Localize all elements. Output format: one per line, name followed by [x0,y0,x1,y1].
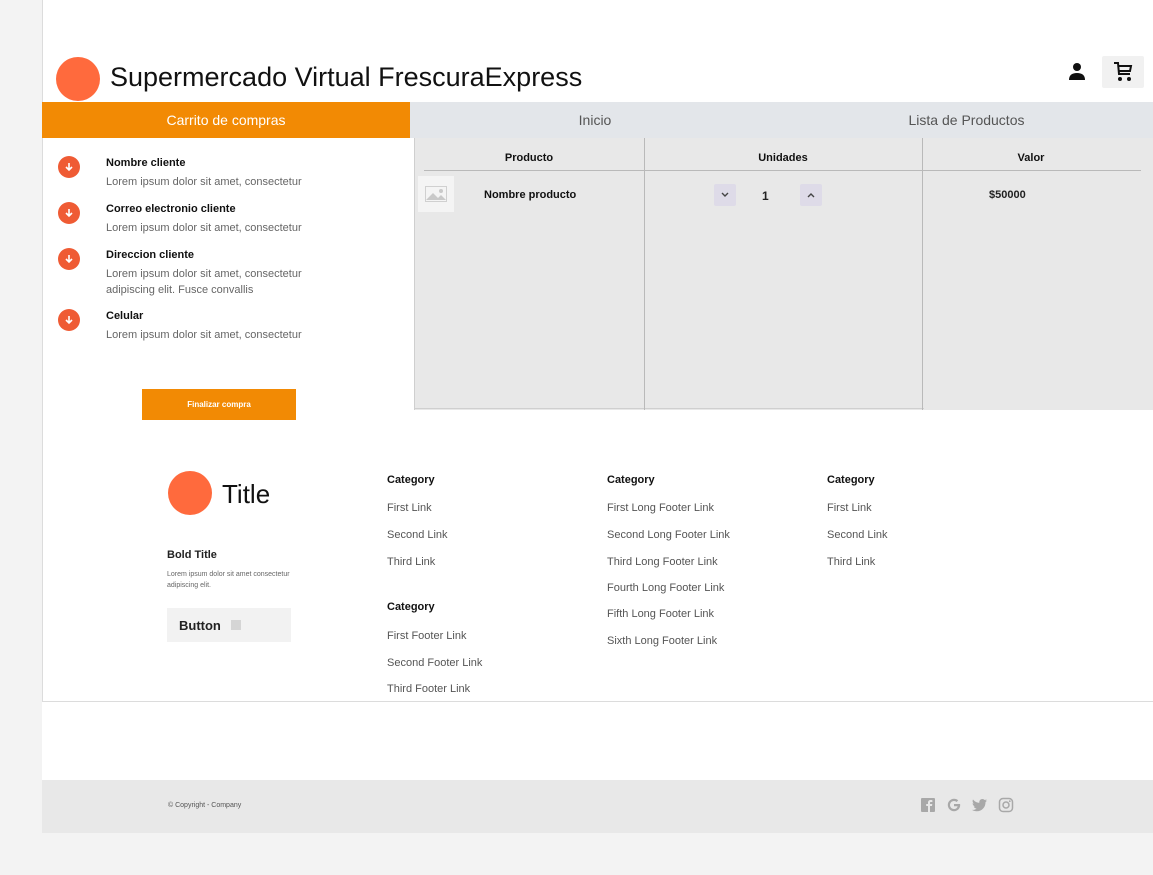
info-text: Lorem ipsum dolor sit amet, consectetur [106,222,302,234]
footer-category: Category [387,601,435,613]
footer-link[interactable]: Third Link [387,556,435,568]
info-text: Lorem ipsum dolor sit amet, consectetur … [106,268,302,296]
cart-button[interactable] [1102,56,1144,88]
column-divider [922,138,923,410]
arrow-down-icon [58,202,80,224]
footer-link[interactable]: Third Link [827,556,875,568]
table-border [414,138,415,410]
finalizar-compra-button[interactable]: Finalizar compra [142,389,296,420]
google-icon[interactable] [945,796,963,814]
facebook-icon[interactable] [919,796,937,814]
tab-lista-de-productos[interactable]: Lista de Productos [780,102,1153,138]
footer-link[interactable]: First Footer Link [387,630,466,642]
column-header-valor: Valor [1017,152,1045,164]
copyright-text: © Copyright - Company [168,802,242,809]
tab-inicio[interactable]: Inicio [410,102,780,138]
social-icons [919,796,1015,814]
nav-bar: Carrito de compras Inicio Lista de Produ… [42,102,1153,138]
arrow-down-icon [58,156,80,178]
footer-bold-title: Bold Title [167,549,217,561]
footer-link[interactable]: First Link [387,502,432,514]
customer-info-panel: Nombre cliente Lorem ipsum dolor sit ame… [42,138,410,428]
footer-title: Title [222,479,271,509]
footer-button[interactable]: Button [167,608,291,642]
footer-description: Lorem ipsum dolor sit amet consectetur a… [167,571,290,589]
footer-button-label: Button [179,617,221,633]
site-logo[interactable] [56,57,100,101]
chevron-up-icon [807,193,815,198]
footer-link[interactable]: Second Long Footer Link [607,529,730,541]
product-value: $50000 [989,189,1026,201]
arrow-down-icon [58,248,80,270]
footer-category: Category [607,474,655,486]
table-border [414,408,924,409]
info-text: Lorem ipsum dolor sit amet, consectetur [106,329,302,341]
increase-quantity-button[interactable] [800,184,822,206]
footer-link[interactable]: Second Footer Link [387,657,482,669]
footer-logo[interactable] [168,471,212,515]
footer-link[interactable]: Fifth Long Footer Link [607,608,714,620]
footer-category: Category [387,474,435,486]
footer-link[interactable]: Third Long Footer Link [607,556,718,568]
footer-link[interactable]: Sixth Long Footer Link [607,635,717,647]
column-header-unidades: Unidades [758,152,808,164]
square-icon [230,620,241,630]
instagram-icon[interactable] [997,796,1015,814]
tab-carrito-de-compras[interactable]: Carrito de compras [42,102,410,138]
footer-link[interactable]: Third Footer Link [387,683,470,695]
copyright-bar: © Copyright - Company [42,780,1153,833]
header-divider [424,170,1141,171]
footer-category: Category [827,474,875,486]
cart-icon [1114,62,1133,81]
footer-link[interactable]: Second Link [387,529,448,541]
site-title: Supermercado Virtual FrescuraExpress [110,62,583,92]
quantity-value: 1 [762,189,769,203]
footer-link[interactable]: First Link [827,502,872,514]
footer-link[interactable]: Fourth Long Footer Link [607,582,724,594]
footer-link[interactable]: Second Link [827,529,888,541]
twitter-icon[interactable] [971,796,989,814]
info-title: Direccion cliente [106,249,195,261]
info-title: Celular [106,310,144,322]
info-title: Correo electronio cliente [106,203,236,215]
decrease-quantity-button[interactable] [714,184,736,206]
chevron-down-icon [721,192,729,197]
footer-link[interactable]: First Long Footer Link [607,502,714,514]
product-name: Nombre producto [484,189,577,201]
cart-table: Producto Unidades Valor Nombre producto … [414,138,1153,410]
product-image-icon[interactable] [418,176,454,212]
user-icon[interactable] [1066,61,1088,83]
arrow-down-icon [58,309,80,331]
info-text: Lorem ipsum dolor sit amet, consectetur [106,176,302,188]
info-title: Nombre cliente [106,157,186,169]
page: Supermercado Virtual FrescuraExpress Car… [42,0,1153,875]
column-header-producto: Producto [504,152,554,164]
column-divider [644,138,645,410]
